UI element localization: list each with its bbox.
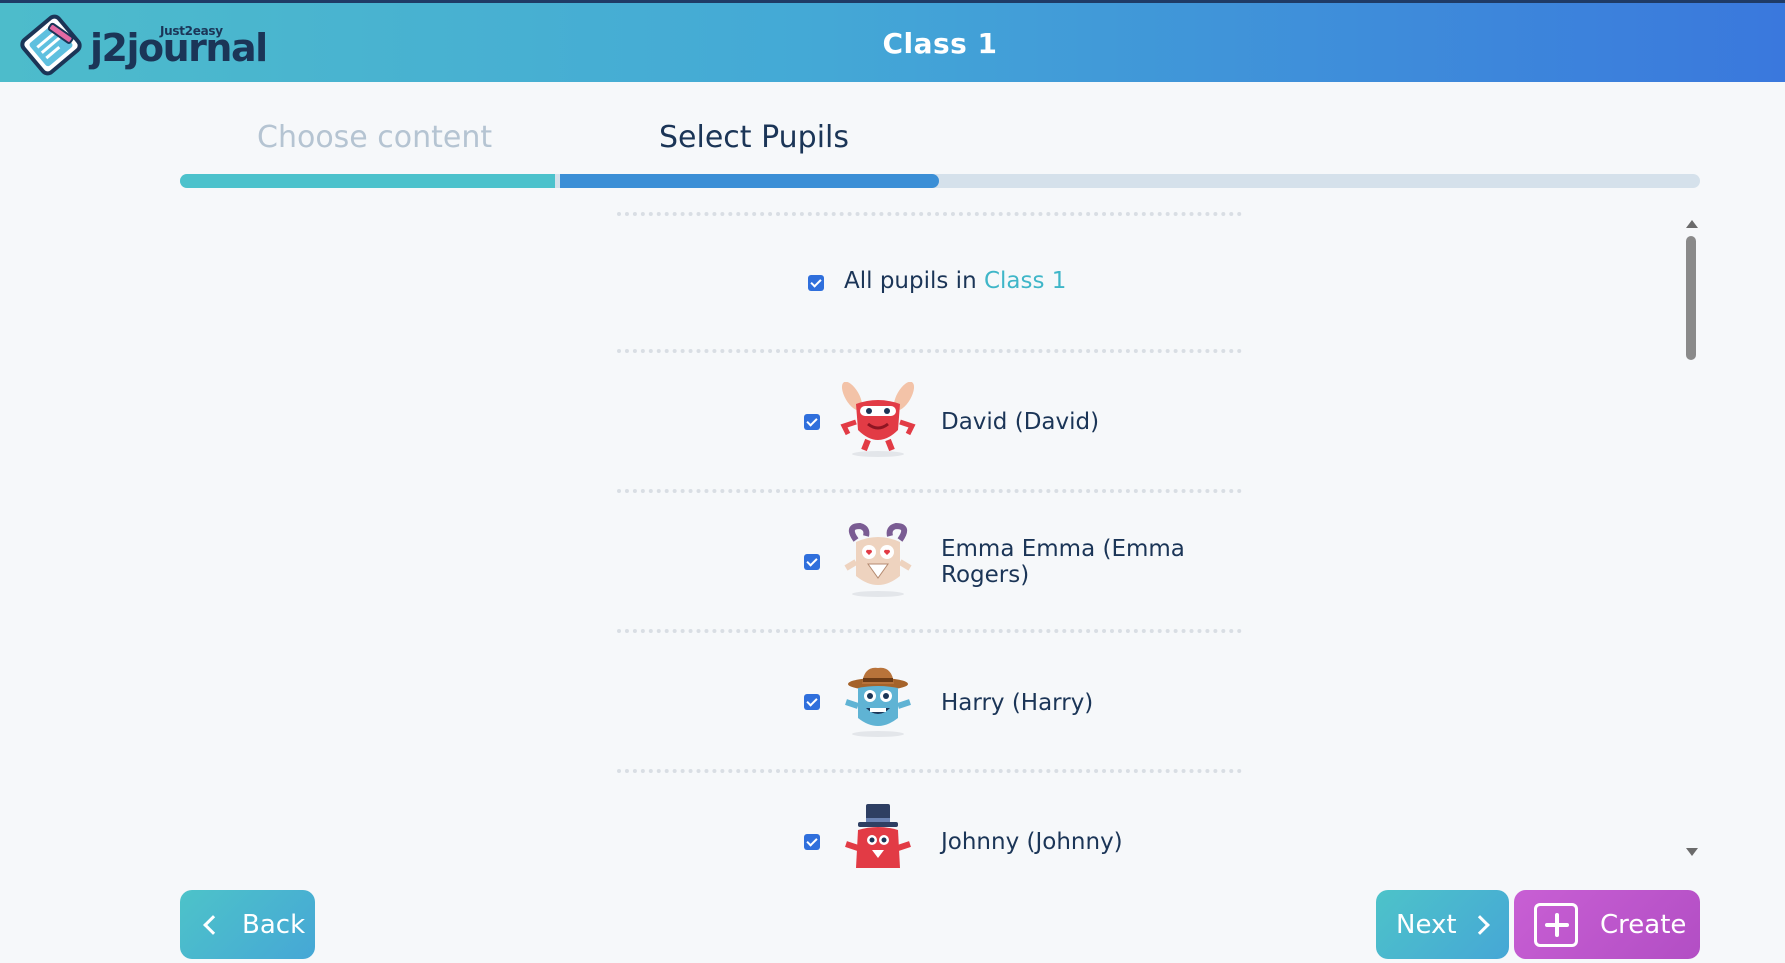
next-button-label: Next bbox=[1396, 909, 1457, 940]
next-button[interactable]: Next bbox=[1376, 890, 1509, 959]
page-title: Class 1 bbox=[882, 27, 998, 60]
chevron-right-icon bbox=[1469, 914, 1490, 935]
list-divider bbox=[617, 769, 1242, 773]
create-button-label: Create bbox=[1600, 909, 1687, 940]
red-top-hat-monster-icon bbox=[845, 804, 911, 868]
scroll-up-arrow-icon[interactable] bbox=[1686, 220, 1698, 228]
pupil-name: David (David) bbox=[941, 409, 1100, 435]
list-divider bbox=[617, 489, 1242, 493]
list-divider bbox=[617, 349, 1242, 353]
scroll-thumb[interactable] bbox=[1686, 236, 1696, 360]
all-pupils-checkbox[interactable] bbox=[808, 275, 824, 291]
pupil-name: Emma Emma (Emma Rogers) bbox=[941, 536, 1185, 588]
pupil-checkbox[interactable] bbox=[804, 694, 820, 710]
all-pupils-prefix: All pupils in bbox=[844, 268, 977, 294]
red-bunny-monster-icon bbox=[840, 382, 916, 457]
progress-step-2 bbox=[560, 174, 939, 188]
horned-beige-monster-icon bbox=[844, 522, 912, 597]
app-header: Just2easy j2journal Class 1 bbox=[0, 0, 1785, 82]
pupil-checkbox[interactable] bbox=[804, 414, 820, 430]
list-scrollbar[interactable] bbox=[1680, 214, 1702, 864]
class-link[interactable]: Class 1 bbox=[984, 268, 1066, 294]
scroll-down-arrow-icon[interactable] bbox=[1686, 848, 1698, 856]
pupil-checkbox[interactable] bbox=[804, 834, 820, 850]
blue-cowboy-monster-icon bbox=[845, 667, 911, 737]
progress-step-1 bbox=[180, 174, 555, 188]
list-divider bbox=[617, 629, 1242, 633]
all-pupils-label: All pupils in Class 1 bbox=[844, 268, 1066, 294]
pupil-checkbox[interactable] bbox=[804, 554, 820, 570]
back-button[interactable]: Back bbox=[180, 890, 315, 959]
chevron-left-icon bbox=[203, 914, 223, 935]
back-button-label: Back bbox=[242, 909, 306, 940]
pupil-name: Johnny (Johnny) bbox=[941, 829, 1123, 855]
step-select-pupils: Select Pupils bbox=[659, 120, 850, 155]
pupil-list: All pupils in Class 1 David (David) Emma… bbox=[617, 212, 1242, 872]
list-divider bbox=[617, 212, 1242, 216]
step-choose-content[interactable]: Choose content bbox=[257, 120, 492, 155]
pupil-name: Harry (Harry) bbox=[941, 690, 1094, 716]
create-button[interactable]: Create bbox=[1514, 890, 1700, 959]
plus-icon bbox=[1534, 902, 1578, 947]
